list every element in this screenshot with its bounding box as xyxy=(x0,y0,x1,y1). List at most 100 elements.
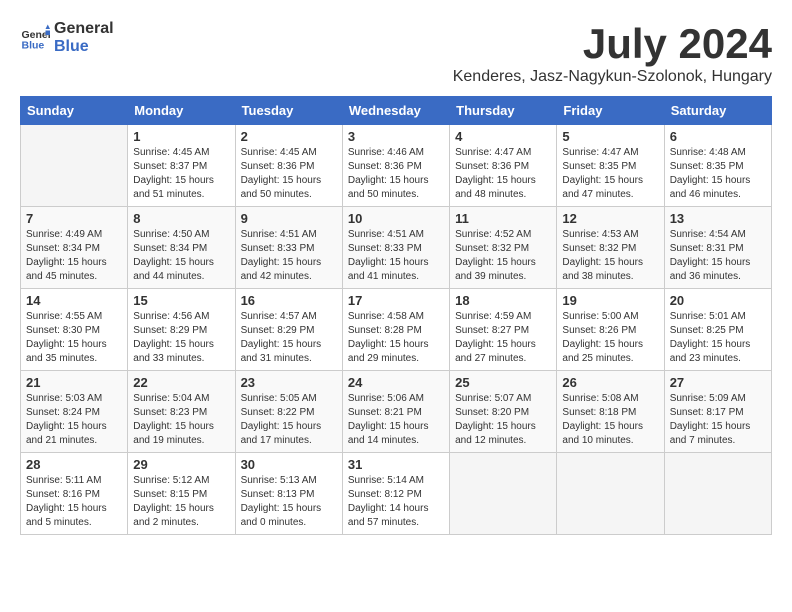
day-info: Sunrise: 4:48 AMSunset: 8:35 PMDaylight:… xyxy=(670,146,766,202)
day-info: Sunrise: 5:13 AMSunset: 8:13 PMDaylight:… xyxy=(241,474,337,530)
calendar-cell: 18 Sunrise: 4:59 AMSunset: 8:27 PMDayligh… xyxy=(450,289,557,371)
day-info: Sunrise: 4:51 AMSunset: 8:33 PMDaylight:… xyxy=(241,228,337,284)
calendar-cell: 21Sunrise: 5:03 AMSunset: 8:24 PMDayligh… xyxy=(21,371,128,453)
month-title: July 2024 xyxy=(453,20,772,68)
day-info: Sunrise: 5:06 AMSunset: 8:21 PMDaylight:… xyxy=(348,392,444,448)
day-number: 18 xyxy=(455,293,551,308)
day-info: Sunrise: 4:59 AMSunset: 8:27 PMDaylight:… xyxy=(455,310,551,366)
calendar-cell: 31Sunrise: 5:14 AMSunset: 8:12 PMDayligh… xyxy=(342,453,449,535)
logo: General Blue General Blue xyxy=(20,20,114,55)
day-number: 9 xyxy=(241,211,337,226)
calendar-cell: 11Sunrise: 4:52 AMSunset: 8:32 PMDayligh… xyxy=(450,207,557,289)
calendar-cell: 4Sunrise: 4:47 AMSunset: 8:36 PMDaylight… xyxy=(450,125,557,207)
week-row-0: 1 Sunrise: 4:45 AMSunset: 8:37 PMDaylight… xyxy=(21,125,772,207)
day-info: Sunrise: 4:54 AMSunset: 8:31 PMDaylight:… xyxy=(670,228,766,284)
calendar-cell: 3 Sunrise: 4:46 AMSunset: 8:36 PMDaylight… xyxy=(342,125,449,207)
day-number: 14 xyxy=(26,293,122,308)
day-number: 26 xyxy=(562,375,658,390)
logo-icon: General Blue xyxy=(20,23,50,53)
calendar-cell: 29 Sunrise: 5:12 AMSunset: 8:15 PMDayligh… xyxy=(128,453,235,535)
svg-text:Blue: Blue xyxy=(22,39,45,51)
calendar-cell: 7Sunrise: 4:49 AMSunset: 8:34 PMDaylight… xyxy=(21,207,128,289)
day-info: Sunrise: 4:45 AMSunset: 8:36 PMDaylight:… xyxy=(241,146,337,202)
day-number: 7 xyxy=(26,211,122,226)
calendar-cell: 23 Sunrise: 5:05 AMSunset: 8:22 PMDayligh… xyxy=(235,371,342,453)
header-tuesday: Tuesday xyxy=(235,97,342,125)
day-number: 2 xyxy=(241,129,337,144)
day-number: 31 xyxy=(348,457,444,472)
day-number: 23 xyxy=(241,375,337,390)
calendar-cell: 15 Sunrise: 4:56 AMSunset: 8:29 PMDayligh… xyxy=(128,289,235,371)
calendar-cell: 12Sunrise: 4:53 AMSunset: 8:32 PMDayligh… xyxy=(557,207,664,289)
title-section: July 2024 Kenderes, Jasz-Nagykun-Szolono… xyxy=(453,20,772,86)
day-info: Sunrise: 5:00 AMSunset: 8:26 PMDaylight:… xyxy=(562,310,658,366)
calendar-cell: 27 Sunrise: 5:09 AMSunset: 8:17 PMDayligh… xyxy=(664,371,771,453)
day-info: Sunrise: 4:50 AMSunset: 8:34 PMDaylight:… xyxy=(133,228,229,284)
calendar-cell: 25 Sunrise: 5:07 AMSunset: 8:20 PMDayligh… xyxy=(450,371,557,453)
header-wednesday: Wednesday xyxy=(342,97,449,125)
calendar-cell: 24 Sunrise: 5:06 AMSunset: 8:21 PMDayligh… xyxy=(342,371,449,453)
header-sunday: Sunday xyxy=(21,97,128,125)
page-header: General Blue General Blue July 2024 Kend… xyxy=(20,20,772,86)
day-info: Sunrise: 4:56 AMSunset: 8:29 PMDaylight:… xyxy=(133,310,229,366)
day-info: Sunrise: 5:03 AMSunset: 8:24 PMDaylight:… xyxy=(26,392,122,448)
day-number: 3 xyxy=(348,129,444,144)
day-info: Sunrise: 5:05 AMSunset: 8:22 PMDaylight:… xyxy=(241,392,337,448)
header-saturday: Saturday xyxy=(664,97,771,125)
calendar-cell: 8Sunrise: 4:50 AMSunset: 8:34 PMDaylight… xyxy=(128,207,235,289)
day-number: 19 xyxy=(562,293,658,308)
day-number: 27 xyxy=(670,375,766,390)
calendar-cell xyxy=(557,453,664,535)
day-number: 22 xyxy=(133,375,229,390)
header-row: SundayMondayTuesdayWednesdayThursdayFrid… xyxy=(21,97,772,125)
calendar-cell: 2 Sunrise: 4:45 AMSunset: 8:36 PMDaylight… xyxy=(235,125,342,207)
day-number: 30 xyxy=(241,457,337,472)
day-number: 16 xyxy=(241,293,337,308)
day-number: 12 xyxy=(562,211,658,226)
day-number: 24 xyxy=(348,375,444,390)
calendar-cell: 1 Sunrise: 4:45 AMSunset: 8:37 PMDaylight… xyxy=(128,125,235,207)
day-info: Sunrise: 4:57 AMSunset: 8:29 PMDaylight:… xyxy=(241,310,337,366)
calendar-cell: 6Sunrise: 4:48 AMSunset: 8:35 PMDaylight… xyxy=(664,125,771,207)
day-info: Sunrise: 5:11 AMSunset: 8:16 PMDaylight:… xyxy=(26,474,122,530)
calendar-cell: 13Sunrise: 4:54 AMSunset: 8:31 PMDayligh… xyxy=(664,207,771,289)
day-number: 17 xyxy=(348,293,444,308)
week-row-1: 7Sunrise: 4:49 AMSunset: 8:34 PMDaylight… xyxy=(21,207,772,289)
calendar-cell: 20 Sunrise: 5:01 AMSunset: 8:25 PMDayligh… xyxy=(664,289,771,371)
day-info: Sunrise: 5:12 AMSunset: 8:15 PMDaylight:… xyxy=(133,474,229,530)
calendar-cell xyxy=(664,453,771,535)
day-number: 25 xyxy=(455,375,551,390)
calendar-cell xyxy=(450,453,557,535)
day-info: Sunrise: 5:04 AMSunset: 8:23 PMDaylight:… xyxy=(133,392,229,448)
week-row-3: 21Sunrise: 5:03 AMSunset: 8:24 PMDayligh… xyxy=(21,371,772,453)
day-number: 29 xyxy=(133,457,229,472)
day-info: Sunrise: 4:51 AMSunset: 8:33 PMDaylight:… xyxy=(348,228,444,284)
day-info: Sunrise: 4:45 AMSunset: 8:37 PMDaylight:… xyxy=(133,146,229,202)
day-number: 15 xyxy=(133,293,229,308)
calendar-cell: 19 Sunrise: 5:00 AMSunset: 8:26 PMDayligh… xyxy=(557,289,664,371)
day-info: Sunrise: 4:52 AMSunset: 8:32 PMDaylight:… xyxy=(455,228,551,284)
day-number: 1 xyxy=(133,129,229,144)
day-info: Sunrise: 4:55 AMSunset: 8:30 PMDaylight:… xyxy=(26,310,122,366)
day-info: Sunrise: 4:47 AMSunset: 8:35 PMDaylight:… xyxy=(562,146,658,202)
calendar-cell xyxy=(21,125,128,207)
location-title: Kenderes, Jasz-Nagykun-Szolonok, Hungary xyxy=(453,68,772,86)
week-row-2: 14 Sunrise: 4:55 AMSunset: 8:30 PMDayligh… xyxy=(21,289,772,371)
header-thursday: Thursday xyxy=(450,97,557,125)
header-monday: Monday xyxy=(128,97,235,125)
logo-general: General xyxy=(54,20,114,38)
day-info: Sunrise: 4:58 AMSunset: 8:28 PMDaylight:… xyxy=(348,310,444,366)
calendar-cell: 16 Sunrise: 4:57 AMSunset: 8:29 PMDayligh… xyxy=(235,289,342,371)
calendar-cell: 5Sunrise: 4:47 AMSunset: 8:35 PMDaylight… xyxy=(557,125,664,207)
header-friday: Friday xyxy=(557,97,664,125)
day-info: Sunrise: 5:07 AMSunset: 8:20 PMDaylight:… xyxy=(455,392,551,448)
day-info: Sunrise: 5:09 AMSunset: 8:17 PMDaylight:… xyxy=(670,392,766,448)
logo-blue: Blue xyxy=(54,38,114,56)
calendar-cell: 9 Sunrise: 4:51 AMSunset: 8:33 PMDaylight… xyxy=(235,207,342,289)
day-info: Sunrise: 4:46 AMSunset: 8:36 PMDaylight:… xyxy=(348,146,444,202)
day-info: Sunrise: 5:01 AMSunset: 8:25 PMDaylight:… xyxy=(670,310,766,366)
calendar-cell: 30 Sunrise: 5:13 AMSunset: 8:13 PMDayligh… xyxy=(235,453,342,535)
calendar-cell: 26Sunrise: 5:08 AMSunset: 8:18 PMDayligh… xyxy=(557,371,664,453)
week-row-4: 28Sunrise: 5:11 AMSunset: 8:16 PMDayligh… xyxy=(21,453,772,535)
day-number: 20 xyxy=(670,293,766,308)
